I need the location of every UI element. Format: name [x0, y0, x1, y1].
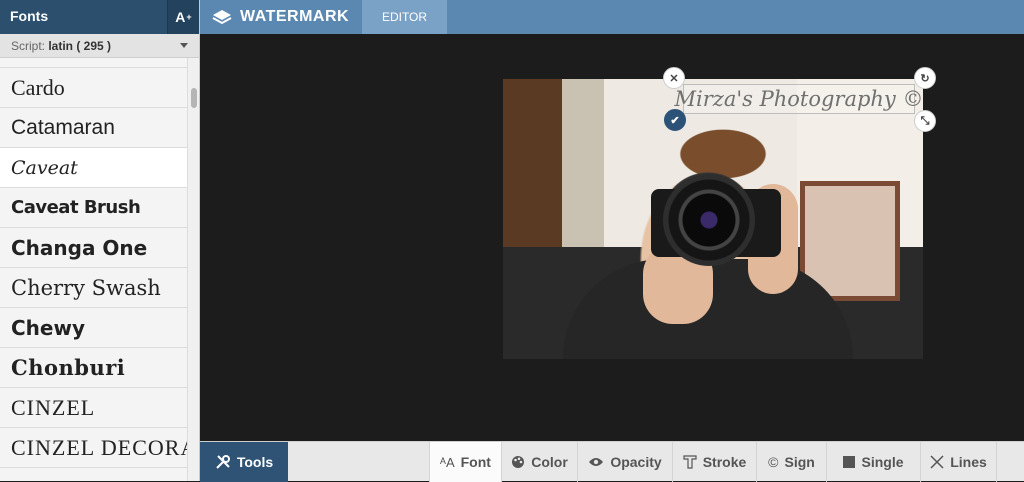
tool-stroke-button[interactable]: Stroke [672, 442, 756, 482]
watermark-logo-icon [212, 10, 232, 25]
font-list-item-cinzel-decorative[interactable]: Cinzel Decorative [0, 428, 188, 468]
tool-font-button[interactable]: ᴬA Font [429, 442, 501, 482]
font-list-item-caveat-brush[interactable]: Caveat Brush [0, 188, 188, 228]
font-list-item-label: Chewy [11, 315, 85, 340]
tool-sign-label: Sign [784, 454, 815, 470]
font-list-scrollbar[interactable] [187, 58, 199, 481]
script-select-prefix: Script: [11, 39, 49, 53]
top-bar: WATERMARK EDITOR [200, 0, 1024, 34]
fonts-panel-title: Fonts [10, 8, 49, 24]
close-icon: ✕ [669, 72, 679, 85]
font-list-item-caveat[interactable]: Caveat [0, 148, 188, 188]
tool-font-label: Font [460, 454, 491, 470]
checkmark-icon: ✔ [670, 114, 680, 127]
font-list-item-label: Caveat [11, 156, 78, 179]
watermark-text: Mirza's Photography © [674, 87, 924, 111]
font-list[interactable]: Cardo Catamaran Caveat Caveat Brush Changa O… [0, 58, 188, 481]
font-list-item-label: Chonburi [11, 355, 126, 380]
tool-single-button[interactable]: Single [826, 442, 920, 482]
font-list-item-chonburi[interactable]: Chonburi [0, 348, 188, 388]
font-list-item-label: Cinzel [11, 394, 96, 420]
brand-logo[interactable]: WATERMARK [212, 0, 349, 34]
rotate-icon: ↻ [920, 72, 930, 85]
fonts-panel-header: Fonts A + [0, 0, 199, 34]
copyright-icon: © [768, 454, 779, 470]
font-size-icon: ᴬA [440, 454, 455, 470]
eye-icon [588, 456, 604, 468]
add-font-plus: + [186, 12, 192, 22]
font-list-item-cardo[interactable]: Cardo [0, 68, 188, 108]
font-list-item-label: Cinzel Decorative [11, 434, 188, 460]
tool-color-button[interactable]: Color [501, 442, 577, 482]
resize-watermark-handle[interactable]: ⤡ [914, 110, 936, 132]
font-list-item-cherry-swash[interactable]: Cherry Swash [0, 268, 188, 308]
tool-single-label: Single [861, 454, 904, 470]
bottom-toolbar: Tools ᴬA Font Color Opacity Stroke © Sign … [200, 441, 1024, 482]
font-list-item-cinzel[interactable]: Cinzel [0, 388, 188, 428]
tool-lines-button[interactable]: Lines [920, 442, 997, 482]
tool-stroke-label: Stroke [702, 454, 747, 470]
font-list-item-label: Catamaran [11, 115, 115, 139]
tools-button[interactable]: Tools [200, 442, 288, 482]
font-list-item-chewy[interactable]: Chewy [0, 308, 188, 348]
tools-icon [216, 455, 230, 469]
fonts-panel: Fonts A + Script: latin ( 295 ) Cardo Cata… [0, 0, 200, 481]
font-list-scrollbar-thumb[interactable] [191, 88, 197, 108]
editor-canvas[interactable]: Mirza's Photography © ✕ ↻ ⤡ ✔ [200, 34, 1024, 441]
chevron-down-icon [180, 43, 188, 48]
tab-editor[interactable]: EDITOR [362, 0, 447, 34]
stroke-text-icon [683, 455, 697, 469]
font-list-item-label: Caveat Brush [11, 197, 141, 218]
palette-icon [511, 455, 525, 469]
font-list-item-partial[interactable] [0, 58, 188, 68]
add-font-button[interactable]: A + [167, 0, 199, 34]
remove-watermark-button[interactable]: ✕ [663, 67, 685, 89]
cross-lines-icon [930, 455, 944, 469]
font-list-item-label: Changa One [11, 235, 148, 260]
script-select-value: latin ( 295 ) [48, 39, 112, 53]
tool-lines-label: Lines [950, 454, 987, 470]
tool-opacity-button[interactable]: Opacity [577, 442, 672, 482]
font-list-item-label: Cardo [11, 74, 65, 100]
tool-color-label: Color [531, 454, 568, 470]
photo-camera-lens [663, 174, 755, 266]
tool-opacity-label: Opacity [610, 454, 662, 470]
confirm-watermark-button[interactable]: ✔ [664, 109, 686, 131]
photo-image[interactable] [503, 79, 923, 359]
watermark-text-box[interactable]: Mirza's Photography © [675, 84, 923, 114]
font-list-item-label: Cherry Swash [11, 275, 161, 300]
rotate-watermark-handle[interactable]: ↻ [914, 67, 936, 89]
add-font-label: A [175, 9, 186, 25]
script-select[interactable]: Script: latin ( 295 ) [0, 34, 199, 58]
font-list-item-changa-one[interactable]: Changa One [0, 228, 188, 268]
font-list-item-catamaran[interactable]: Catamaran [0, 108, 188, 148]
brand-name: WATERMARK [240, 8, 350, 25]
tool-sign-button[interactable]: © Sign [756, 442, 826, 482]
resize-icon: ⤡ [920, 114, 930, 127]
single-square-icon [843, 456, 856, 468]
tools-button-label: Tools [236, 454, 274, 470]
